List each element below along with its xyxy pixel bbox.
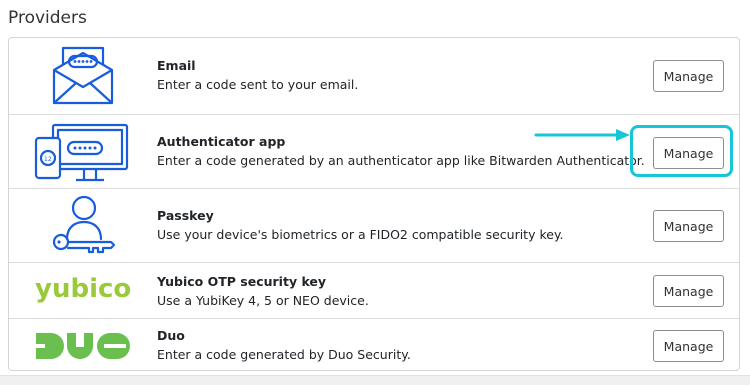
provider-name: Yubico OTP security key <box>157 274 327 289</box>
provider-description: Use your device's biometrics or a FIDO2 … <box>157 227 564 242</box>
provider-name: Email <box>157 58 196 73</box>
provider-description: Enter a code generated by Duo Security. <box>157 347 411 362</box>
provider-row-passkey: Passkey Use your device's biometrics or … <box>9 188 739 262</box>
provider-description: Enter a code sent to your email. <box>157 77 359 92</box>
yubico-logo: yubico <box>35 274 132 304</box>
provider-name: Duo <box>157 328 185 343</box>
authenticator-devices-icon: 12 <box>34 122 132 188</box>
provider-row-yubico: yubico Yubico OTP security key Use a Yub… <box>9 262 739 318</box>
providers-list: Email Enter a code sent to your email. M… <box>8 37 740 371</box>
provider-description: Use a YubiKey 4, 5 or NEO device. <box>157 293 369 308</box>
provider-row-duo: Duo Enter a code generated by Duo Securi… <box>9 318 739 370</box>
manage-duo-button[interactable]: Manage <box>653 330 724 362</box>
user-key-icon <box>51 195 117 261</box>
duo-logo <box>36 333 130 363</box>
annotation-arrow-icon <box>534 127 632 147</box>
manage-email-button[interactable]: Manage <box>653 60 724 92</box>
annotation-highlight <box>630 125 733 177</box>
manage-yubico-button[interactable]: Manage <box>653 275 724 307</box>
provider-row-email: Email Enter a code sent to your email. M… <box>9 38 739 114</box>
svg-text:12: 12 <box>44 156 52 163</box>
email-envelope-icon <box>51 45 115 111</box>
page-title: Providers <box>8 8 87 28</box>
provider-description: Enter a code generated by an authenticat… <box>157 153 645 168</box>
manage-passkey-button[interactable]: Manage <box>653 210 724 242</box>
provider-name: Passkey <box>157 208 214 223</box>
